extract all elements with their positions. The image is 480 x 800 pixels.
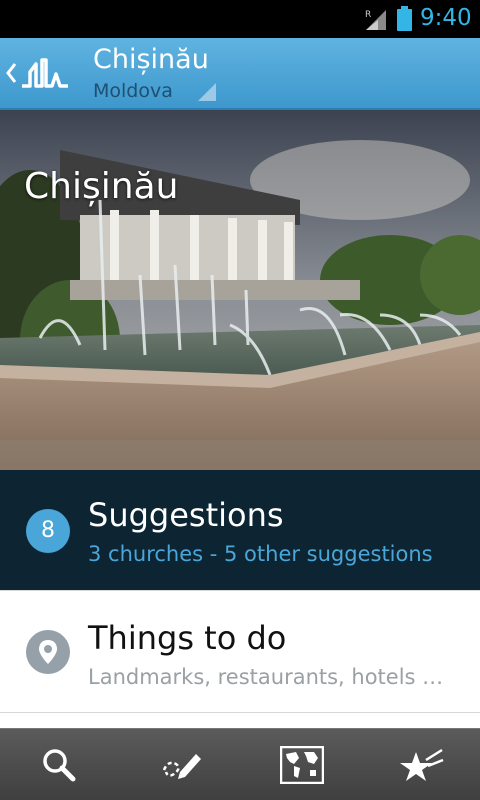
tab-journal[interactable] bbox=[120, 729, 240, 800]
tab-favorites[interactable] bbox=[360, 729, 480, 800]
suggestions-count-badge: 8 bbox=[26, 509, 70, 553]
tab-world-map[interactable] bbox=[240, 729, 360, 800]
back-chevron-icon[interactable] bbox=[4, 58, 18, 88]
signal-icon: R bbox=[365, 10, 386, 30]
action-bar: Chișinău Moldova bbox=[0, 38, 480, 110]
hero-title: Chișinău bbox=[24, 166, 179, 207]
suggestions-row[interactable]: 8 Suggestions 3 churches - 5 other sugge… bbox=[0, 470, 480, 590]
svg-text:R: R bbox=[365, 10, 371, 20]
clock: 9:40 bbox=[420, 5, 472, 31]
search-icon bbox=[43, 749, 76, 782]
journal-pencil-icon bbox=[162, 754, 201, 779]
tab-search[interactable] bbox=[0, 729, 120, 800]
app-logo-icon[interactable] bbox=[20, 52, 70, 94]
things-to-do-row[interactable]: Things to do Landmarks, restaurants, hot… bbox=[0, 590, 480, 712]
location-pin-icon bbox=[26, 630, 70, 674]
things-to-do-label: Things to do bbox=[88, 619, 287, 657]
dropdown-corner-icon[interactable] bbox=[198, 83, 216, 101]
status-bar: R 9:40 bbox=[0, 0, 480, 38]
battery-icon bbox=[397, 6, 412, 31]
country-subtitle[interactable]: Moldova bbox=[93, 80, 173, 102]
suggestions-label: Suggestions bbox=[88, 496, 284, 534]
city-title[interactable]: Chișinău bbox=[93, 44, 209, 75]
bottom-navigation bbox=[0, 728, 480, 800]
suggestions-detail: 3 churches - 5 other suggestions bbox=[88, 542, 433, 566]
hero-image: Chișinău bbox=[0, 110, 480, 470]
world-map-icon bbox=[280, 746, 324, 784]
city-photo bbox=[0, 110, 480, 470]
favorites-star-icon bbox=[400, 748, 444, 781]
things-to-do-detail: Landmarks, restaurants, hotels … bbox=[88, 665, 444, 689]
